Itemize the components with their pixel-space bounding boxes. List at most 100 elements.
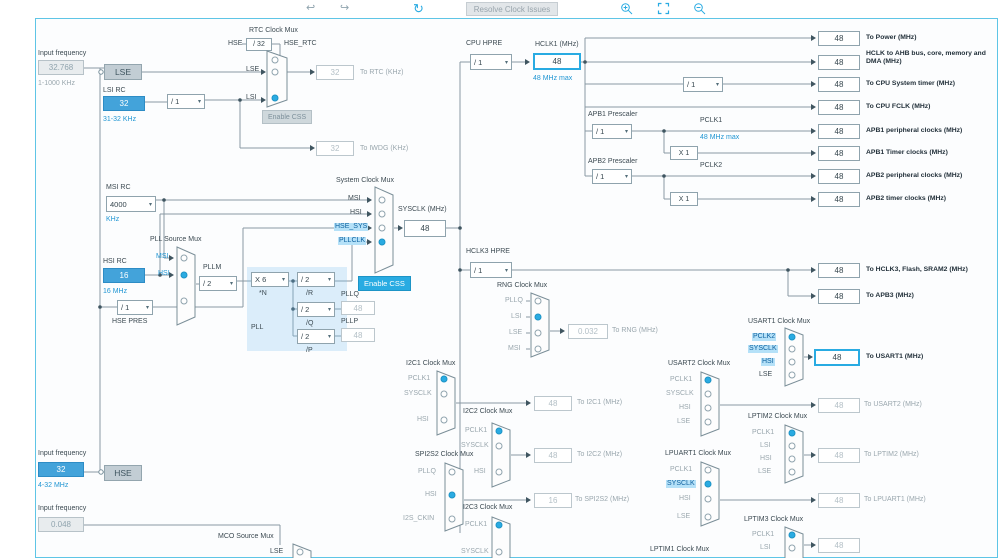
usart2-hsi-label: HSI [679, 404, 691, 411]
sys-pllclk-label: PLLCLK [338, 237, 367, 246]
usart1-clock-mux-title: USART1 Clock Mux [748, 318, 811, 325]
usart1-clock-mux[interactable] [784, 327, 804, 387]
rng-lsi-label: LSI [511, 313, 522, 320]
lptim3-clock-mux-title: LPTIM3 Clock Mux [744, 516, 804, 523]
pllm-label: PLLM [203, 264, 222, 271]
plln-label: *N [259, 290, 267, 297]
pclk1-max-label: 48 MHz max [700, 134, 740, 141]
rng-msi-label: MSI [508, 345, 521, 352]
hse-rtc-label: HSE_RTC [284, 40, 317, 47]
lsi-frequency-field[interactable]: 32 [103, 96, 145, 111]
hclk1-value[interactable]: 48 [533, 53, 581, 70]
i2c3-clock-mux[interactable] [491, 516, 511, 558]
plln-select[interactable]: X 6 [251, 272, 289, 287]
usart1-clock-value[interactable]: 48 [814, 349, 860, 366]
usart2-lse-label: LSE [677, 418, 691, 425]
pllq-select[interactable]: / 2 [297, 302, 335, 317]
spi2s2-clock-mux[interactable] [444, 462, 464, 532]
to-i2c1-label: To I2C1 (MHz) [577, 399, 623, 406]
lptim3-lsi-label: LSI [760, 544, 771, 551]
system-clock-mux[interactable] [374, 186, 394, 274]
apb1-timer-label: APB1 Timer clocks (MHz) [866, 149, 948, 156]
pllp-select[interactable]: / 2 [297, 329, 335, 344]
lpuart1-clock-value: 48 [818, 493, 860, 508]
pll-source-mux[interactable] [176, 246, 196, 326]
spi2s2-clock-value: 16 [534, 493, 572, 508]
cpu-systick-label: To CPU System timer (MHz) [866, 80, 955, 87]
lptim2-lse-label: LSE [758, 468, 772, 475]
to-usart2-label: To USART2 (MHz) [864, 401, 922, 408]
i2c1-hsi-label: HSI [417, 416, 429, 423]
system-enable-css-button[interactable]: Enable CSS [358, 276, 411, 291]
hse-input-frequency-field[interactable]: 32 [38, 462, 84, 477]
msi-frequency-select[interactable]: 4000 [106, 196, 156, 212]
to-lptim2-label: To LPTIM2 (MHz) [864, 451, 919, 458]
hse-input-frequency-label: Input frequency [38, 450, 87, 457]
rtc-lsi-label: LSI [246, 94, 257, 101]
lse-input-frequency-label: Input frequency [38, 50, 87, 57]
rtc-lse-label: LSE [246, 66, 260, 73]
pclk2-label: PCLK2 [700, 162, 723, 169]
apb2-prescaler-select[interactable]: / 1 [592, 169, 632, 184]
lptim2-clock-value: 48 [818, 448, 860, 463]
lsi-divider-select[interactable]: / 1 [167, 94, 205, 109]
sysclk-value: 48 [404, 220, 446, 237]
mco-source-mux[interactable] [292, 543, 312, 558]
i2c2-hsi-label: HSI [474, 468, 486, 475]
hsi-frequency-field[interactable]: 16 [103, 268, 145, 283]
systick-divider-select[interactable]: / 1 [683, 77, 723, 92]
to-rng-label: To RNG (MHz) [612, 327, 658, 334]
lptim2-clock-mux[interactable] [784, 424, 804, 484]
sysclk-label: SYSCLK (MHz) [398, 206, 447, 213]
i2c2-pclk1-label: PCLK1 [465, 427, 488, 434]
rtc-enable-css-button: Enable CSS [262, 110, 313, 124]
apb1-prescaler-select[interactable]: / 1 [592, 124, 632, 139]
to-spi2s2-label: To SPI2S2 (MHz) [575, 496, 630, 503]
mco-lse-label: LSE [270, 548, 284, 555]
rtc-hse-label: HSE [228, 40, 243, 47]
i2c3-clock-mux-title: I2C3 Clock Mux [463, 504, 513, 511]
hse-pres-select[interactable]: / 1 [117, 300, 153, 315]
lpuart1-clock-mux[interactable] [700, 461, 720, 527]
pllr-select[interactable]: / 2 [297, 272, 335, 287]
hse-block: HSE [104, 465, 142, 481]
to-power-label: To Power (MHz) [866, 34, 917, 41]
iwdg-clock-value: 32 [316, 141, 354, 156]
lptim3-clock-mux[interactable] [784, 526, 804, 558]
cpu-systick-value: 48 [818, 77, 860, 92]
hclk3-hpre-select[interactable]: / 1 [470, 262, 512, 278]
pllm-value: / 2 [203, 279, 212, 288]
pllm-select[interactable]: / 2 [199, 276, 237, 291]
apb1-periph-value: 48 [818, 124, 860, 139]
i2c3-pclk1-label: PCLK1 [465, 521, 488, 528]
msi-frequency-value: 4000 [110, 199, 127, 209]
apb2-timer-label: APB2 timer clocks (MHz) [866, 195, 947, 202]
i2c1-clock-mux[interactable] [436, 370, 456, 436]
usart1-hsi-label: HSI [761, 358, 775, 367]
to-lpuart1-label: To LPUART1 (MHz) [864, 496, 926, 503]
mco-source-mux-title: MCO Source Mux [218, 533, 274, 540]
usart2-clock-mux[interactable] [700, 371, 720, 437]
apb1-prescaler-label: APB1 Prescaler [588, 111, 638, 118]
lpuart1-pclk1-label: PCLK1 [670, 466, 693, 473]
pllr-value: / 2 [301, 275, 310, 284]
hclk3-hpre-label: HCLK3 HPRE [466, 248, 510, 255]
hclk3-value: 48 [818, 263, 860, 278]
i2c2-sysclk-label: SYSCLK [461, 442, 489, 449]
rng-clock-mux[interactable] [530, 292, 550, 358]
rng-clock-mux-title: RNG Clock Mux [497, 282, 548, 289]
rtc-clock-mux[interactable] [266, 50, 288, 108]
cpu-hpre-select[interactable]: / 1 [470, 54, 512, 70]
apb1-timer-mult: X 1 [670, 146, 698, 160]
to-i2c2-label: To I2C2 (MHz) [577, 451, 623, 458]
apb2-prescaler-value: / 1 [596, 172, 605, 181]
i2c2-clock-mux[interactable] [491, 422, 511, 488]
lptim1-clock-mux-title: LPTIM1 Clock Mux [650, 546, 710, 553]
usart2-sysclk-label: SYSCLK [666, 390, 694, 397]
hclk-ahb-value: 48 [818, 55, 860, 70]
hclk-ahb-label: HCLK to AHB bus, core, memory and DMA (M… [866, 50, 986, 66]
pllq-div-label: /Q [306, 320, 314, 327]
hclk3-hpre-value: / 1 [474, 265, 483, 275]
lptim2-hsi-label: HSI [760, 455, 772, 462]
usart2-clock-mux-title: USART2 Clock Mux [668, 360, 731, 367]
